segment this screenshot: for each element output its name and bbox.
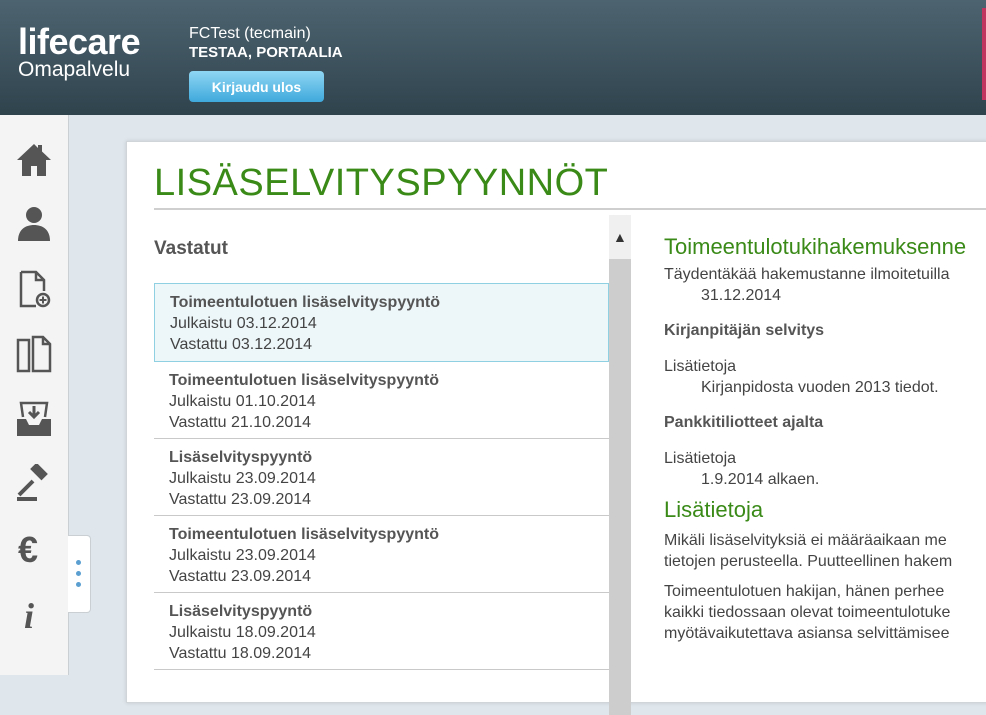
- info-paragraph-line: kaikki tiedossaan olevat toimeentulotuke: [664, 604, 951, 621]
- request-title: Toimeentulotuen lisäselvityspyyntö: [169, 526, 439, 543]
- request-detail: Toimeentulotukihakemuksenne Täydentäkää …: [664, 234, 986, 644]
- detail-intro: Täydentäkää hakemustanne ilmoitetuilla: [664, 266, 950, 283]
- request-title: Lisäselvityspyyntö: [169, 603, 313, 620]
- header-accent-bar: [982, 8, 986, 100]
- handle-dot: [76, 582, 81, 587]
- chevron-up-icon: ▲: [613, 229, 627, 245]
- user-name: FCTest (tecmain): [189, 25, 311, 42]
- user-organization: TESTAA, PORTAALIA: [189, 44, 343, 61]
- request-answered: Vastattu 23.09.2014: [169, 491, 312, 508]
- scroll-up-button[interactable]: ▲: [609, 215, 631, 259]
- list-item[interactable]: Lisäselvityspyyntö Julkaistu 18.09.2014 …: [154, 593, 609, 670]
- request-answered: Vastattu 03.12.2014: [170, 336, 313, 353]
- request-answered: Vastattu 23.09.2014: [169, 568, 312, 585]
- list-item[interactable]: Toimeentulotuen lisäselvityspyyntö Julka…: [154, 283, 609, 362]
- list-item[interactable]: Toimeentulotuen lisäselvityspyyntö Julka…: [154, 362, 609, 439]
- euro-icon[interactable]: €: [14, 529, 54, 569]
- detail-heading: Toimeentulotukihakemuksenne: [664, 234, 967, 259]
- list-heading: Vastatut: [154, 238, 228, 259]
- request-published: Julkaistu 18.09.2014: [169, 624, 316, 641]
- info-icon[interactable]: i: [14, 594, 54, 634]
- side-navigation: € i: [0, 115, 69, 675]
- documents-icon[interactable]: [14, 334, 54, 374]
- request-title: Lisäselvityspyyntö: [169, 449, 313, 466]
- list-scrollbar[interactable]: ▲: [609, 215, 631, 715]
- request-published: Julkaistu 23.09.2014: [169, 470, 316, 487]
- request-title: Toimeentulotuen lisäselvityspyyntö: [170, 294, 440, 311]
- logout-button[interactable]: Kirjaudu ulos: [189, 71, 324, 102]
- handle-dot: [76, 560, 81, 565]
- page-title: LISÄSELVITYSPYYNNÖT: [154, 162, 609, 204]
- svg-text:i: i: [24, 596, 34, 634]
- info-paragraph-line: Toimeentulotuen hakijan, hänen perhee: [664, 583, 945, 600]
- request-published: Julkaistu 23.09.2014: [169, 547, 316, 564]
- new-document-icon[interactable]: [14, 269, 54, 309]
- sidebar-collapse-handle[interactable]: [68, 535, 91, 613]
- user-info: FCTest (tecmain) TESTAA, PORTAALIA: [189, 24, 343, 62]
- logo-sub-text: Omapalvelu: [18, 58, 131, 81]
- handle-dot: [76, 571, 81, 576]
- info-paragraph-line: myötävaikutettava asiansa selvittämisee: [664, 625, 950, 642]
- gavel-icon[interactable]: [14, 464, 54, 504]
- item-value: Kirjanpidosta vuoden 2013 tiedot.: [701, 379, 939, 396]
- main-panel: LISÄSELVITYSPYYNNÖT Vastatut Toimeentulo…: [126, 141, 986, 715]
- request-title: Toimeentulotuen lisäselvityspyyntö: [169, 372, 439, 389]
- info-paragraph-line: tietojen perusteella. Puutteellinen hake…: [664, 553, 953, 570]
- request-published: Julkaistu 01.10.2014: [169, 393, 316, 410]
- request-published: Julkaistu 03.12.2014: [170, 315, 317, 332]
- info-heading: Lisätietoja: [664, 497, 764, 522]
- svg-text:€: €: [18, 529, 38, 569]
- request-answered: Vastattu 21.10.2014: [169, 414, 312, 431]
- inbox-tray-icon[interactable]: [14, 399, 54, 439]
- info-paragraph-line: Mikäli lisäselvityksiä ei määräaikaan me: [664, 532, 947, 549]
- item-value: 1.9.2014 alkaen.: [701, 471, 820, 488]
- item-title: Kirjanpitäjän selvitys: [664, 322, 825, 339]
- list-item[interactable]: Lisäselvityspyyntö Julkaistu 23.09.2014 …: [154, 439, 609, 516]
- lifecare-logo[interactable]: lifecare Omapalvelu: [18, 21, 141, 81]
- top-bar: lifecare Omapalvelu FCTest (tecmain) TES…: [0, 0, 986, 115]
- request-answered: Vastattu 18.09.2014: [169, 645, 312, 662]
- title-divider: [154, 208, 986, 210]
- person-icon[interactable]: [14, 203, 54, 243]
- request-list: Toimeentulotuen lisäselvityspyyntö Julka…: [154, 283, 609, 670]
- list-item[interactable]: Toimeentulotuen lisäselvityspyyntö Julka…: [154, 516, 609, 593]
- item-label: Lisätietoja: [664, 358, 737, 375]
- item-title: Pankkitiliotteet ajalta: [664, 414, 824, 431]
- detail-intro-date: 31.12.2014: [701, 287, 782, 304]
- home-icon[interactable]: [14, 140, 54, 180]
- item-label: Lisätietoja: [664, 450, 737, 467]
- logo-main-text: lifecare: [18, 21, 141, 62]
